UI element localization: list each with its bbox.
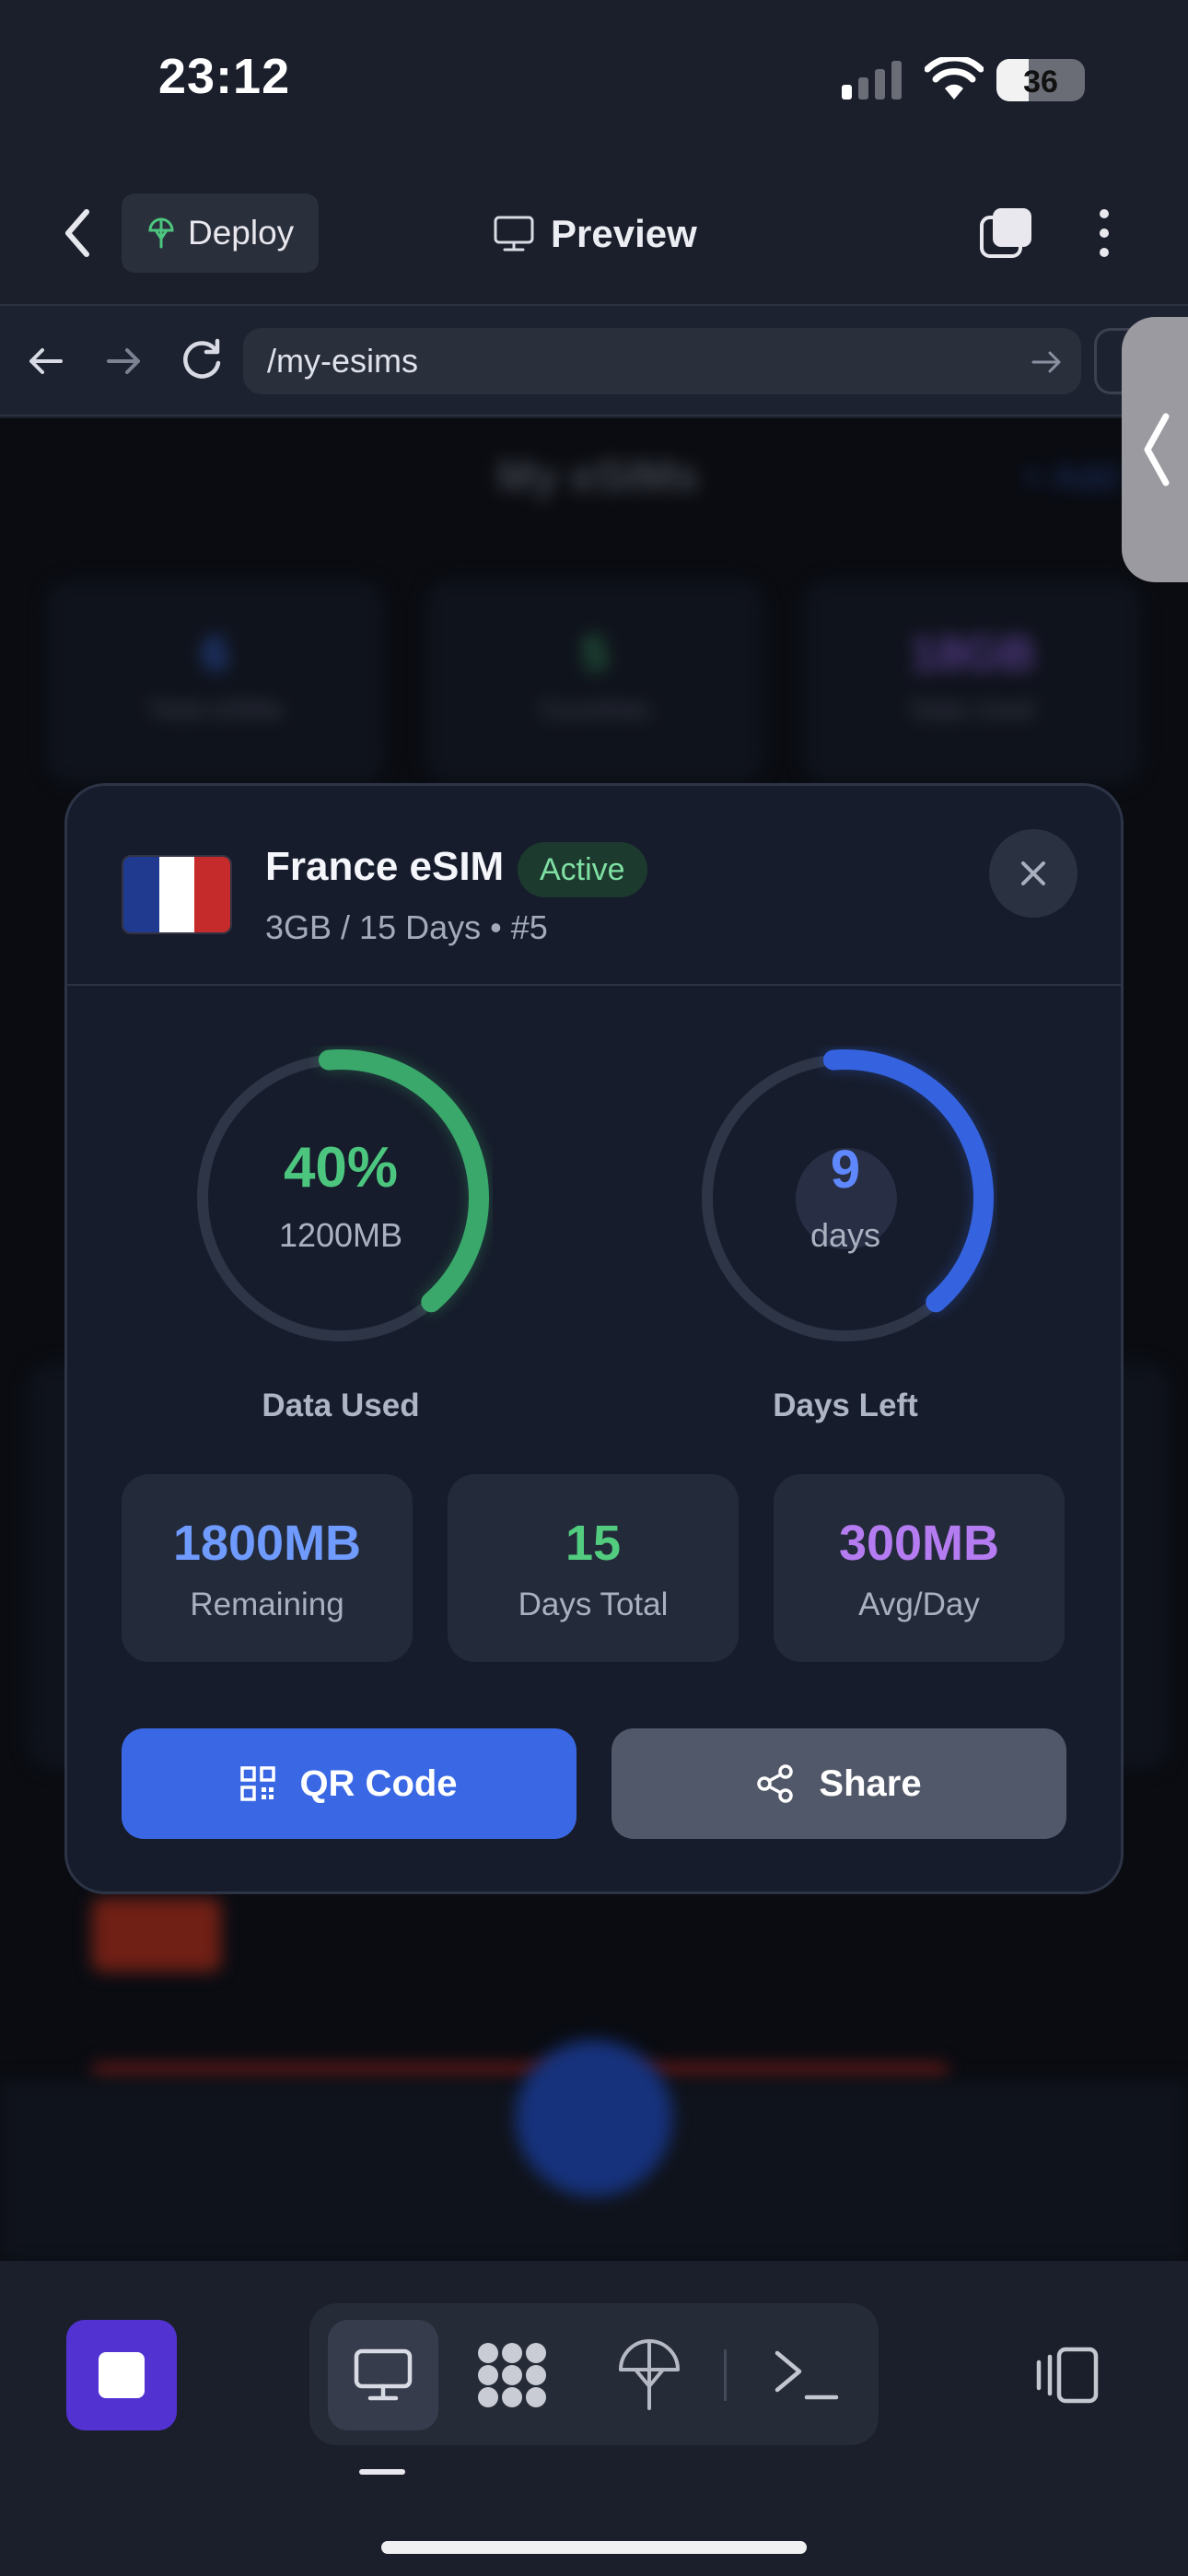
reload-icon[interactable] [179, 337, 225, 383]
browser-forward-icon[interactable] [103, 341, 144, 381]
active-tool-indicator [359, 2469, 405, 2475]
tabs-icon[interactable] [978, 205, 1035, 262]
stat-value: 300MB [838, 1516, 1000, 1571]
chevron-left-icon [1144, 413, 1170, 486]
share-button[interactable]: Share [611, 1728, 1066, 1839]
france-flag [122, 855, 232, 934]
monitor-icon [494, 216, 534, 252]
stat-value: 15 [565, 1516, 622, 1571]
layout-icon[interactable] [1031, 2344, 1101, 2406]
go-arrow-icon[interactable] [1030, 345, 1065, 380]
flag-stripe-white [158, 857, 195, 932]
battery-nub [1076, 74, 1083, 88]
battery-level: 36 [1023, 64, 1058, 100]
home-indicator [381, 2541, 807, 2554]
close-icon [1021, 861, 1045, 885]
qr-code-button[interactable]: QR Code [122, 1728, 577, 1839]
modal-title: France eSIM [265, 844, 505, 889]
wifi-icon [925, 57, 984, 100]
deploy-button[interactable]: Deploy [122, 193, 319, 273]
stat-label: Remaining [190, 1587, 344, 1622]
stat-label: Avg/Day [858, 1587, 980, 1622]
deploy-tool-icon[interactable] [615, 2338, 683, 2412]
flag-stripe-red [194, 857, 230, 932]
side-panel-handle[interactable] [1122, 317, 1188, 582]
flag-stripe-blue [123, 857, 159, 932]
modal-divider [64, 984, 1124, 986]
qr-code-label: QR Code [299, 1762, 458, 1804]
status-time: 23:12 [158, 49, 291, 104]
stat-card-remaining: 1800MB Remaining [122, 1474, 413, 1662]
qr-code-icon [240, 1766, 276, 1801]
battery-icon: 36 [996, 59, 1085, 101]
share-label: Share [819, 1762, 922, 1804]
stat-card-days-total: 15 Days Total [448, 1474, 739, 1662]
cellular-signal-icon [842, 61, 902, 100]
data-used-amount: 1200MB [278, 1216, 403, 1254]
preview-label: Preview [551, 212, 697, 255]
data-used-label: Data Used [262, 1388, 420, 1423]
terminal-icon[interactable] [772, 2344, 840, 2405]
stat-label: Days Total [518, 1587, 669, 1622]
flower-icon[interactable] [475, 2340, 549, 2410]
stat-value: 1800MB [172, 1516, 362, 1571]
stat-card-avg-day: 300MB Avg/Day [774, 1474, 1065, 1662]
modal-subtitle: 3GB / 15 Days • #5 [265, 908, 548, 946]
back-chevron-icon[interactable] [59, 205, 96, 262]
preview-tab[interactable]: Preview [494, 205, 697, 263]
url-field[interactable]: /my-esims [243, 328, 1081, 394]
browser-back-icon[interactable] [26, 341, 66, 381]
stop-icon [99, 2352, 145, 2398]
stop-button[interactable] [66, 2320, 177, 2430]
share-icon [757, 1764, 794, 1803]
deploy-icon [148, 217, 174, 249]
desktop-tool-button[interactable] [328, 2320, 438, 2430]
days-left-unit: days [809, 1216, 881, 1254]
deploy-label: Deploy [188, 214, 295, 252]
days-left-label: Days Left [773, 1388, 918, 1423]
url-text: /my-esims [267, 342, 418, 380]
toolbar-separator [724, 2349, 727, 2401]
data-used-percent: 40% [283, 1136, 399, 1200]
more-menu-icon[interactable] [1090, 205, 1118, 262]
status-badge: Active [518, 842, 647, 897]
days-left-value: 9 [830, 1140, 861, 1200]
close-button[interactable] [989, 829, 1077, 918]
desktop-icon [354, 2348, 413, 2401]
